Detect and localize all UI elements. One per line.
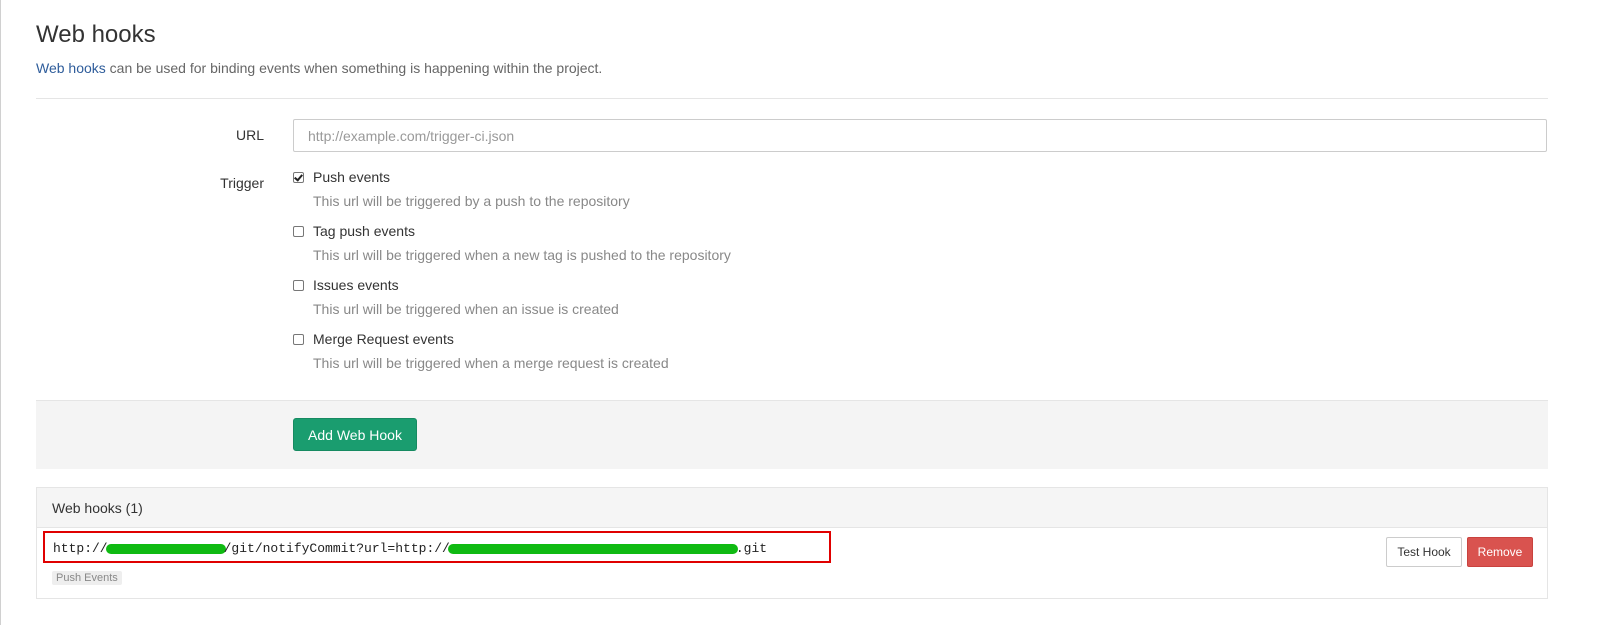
divider	[36, 98, 1548, 99]
redaction-mark	[447, 543, 738, 554]
issues-events-checkbox[interactable]	[293, 280, 304, 291]
url-input[interactable]	[293, 119, 1547, 152]
url-label: URL	[235, 127, 264, 143]
push-events-help: This url will be triggered by a push to …	[313, 193, 630, 209]
merge-request-events-help: This url will be triggered when a merge …	[313, 355, 669, 371]
trigger-label: Trigger	[220, 175, 264, 191]
hook-url-middle: /git/notifyCommit?url=http://	[223, 541, 450, 556]
issues-events-label[interactable]: Issues events	[313, 277, 399, 293]
page-title: Web hooks	[36, 21, 156, 48]
form-actions: Add Web Hook	[36, 400, 1548, 469]
hook-url-highlight: http:// /git/notifyCommit?url=http:// .git	[43, 531, 831, 563]
redaction-mark	[105, 543, 226, 554]
merge-request-events-label[interactable]: Merge Request events	[313, 331, 454, 347]
test-hook-button[interactable]: Test Hook	[1386, 537, 1462, 567]
tag-push-events-checkbox[interactable]	[293, 226, 304, 237]
merge-request-events-checkbox[interactable]	[293, 334, 304, 345]
push-events-label[interactable]: Push events	[313, 169, 390, 185]
web-hooks-panel: Web hooks (1) http:// /git/notifyCommit?u…	[36, 487, 1548, 599]
issues-events-help: This url will be triggered when an issue…	[313, 301, 619, 317]
tag-push-events-label[interactable]: Tag push events	[313, 223, 415, 239]
add-web-hook-button[interactable]: Add Web Hook	[293, 418, 417, 451]
hook-url-suffix: .git	[735, 541, 768, 556]
tag-push-events-help: This url will be triggered when a new ta…	[313, 247, 731, 263]
page-description: Web hooks can be used for binding events…	[36, 60, 602, 76]
push-events-badge: Push Events	[52, 571, 122, 585]
push-events-checkbox[interactable]	[293, 172, 304, 183]
hook-url-prefix: http://	[53, 541, 108, 556]
web-hooks-help-link[interactable]: Web hooks	[36, 60, 106, 76]
remove-hook-button[interactable]: Remove	[1467, 537, 1533, 567]
webhooks-page: Web hooks Web hooks can be used for bind…	[0, 0, 1599, 625]
page-description-text: can be used for binding events when some…	[105, 60, 603, 76]
web-hooks-panel-title: Web hooks (1)	[37, 488, 1547, 528]
hook-url: http:// /git/notifyCommit?url=http:// .git	[53, 541, 767, 556]
